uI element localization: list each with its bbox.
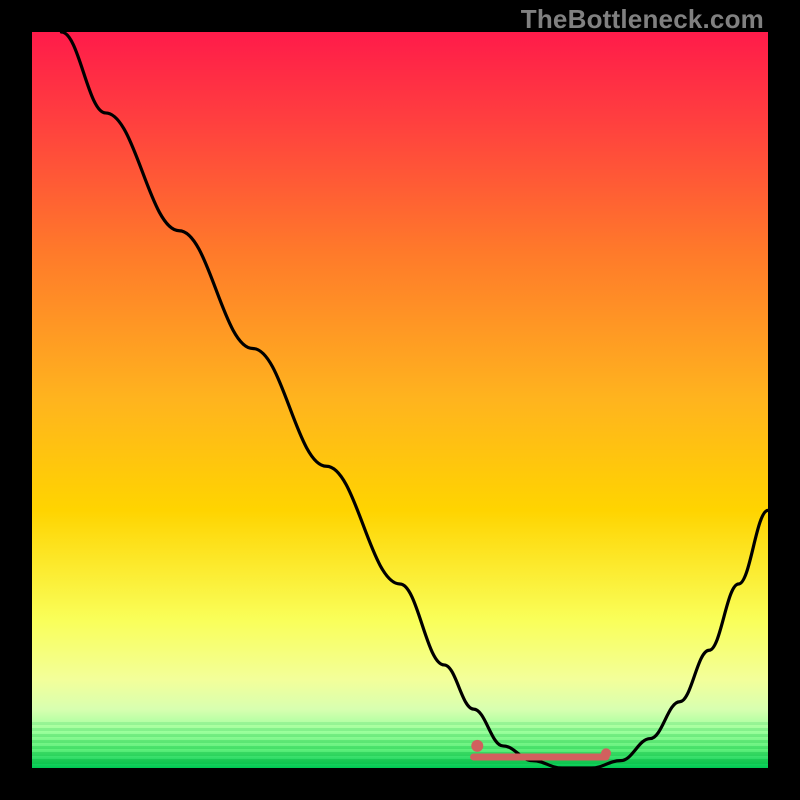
chart-svg <box>32 32 768 768</box>
watermark-text: TheBottleneck.com <box>521 4 764 35</box>
chart-frame <box>32 32 768 768</box>
marker-dot <box>471 740 483 752</box>
gradient-background <box>32 32 768 768</box>
marker-dot <box>601 748 611 758</box>
